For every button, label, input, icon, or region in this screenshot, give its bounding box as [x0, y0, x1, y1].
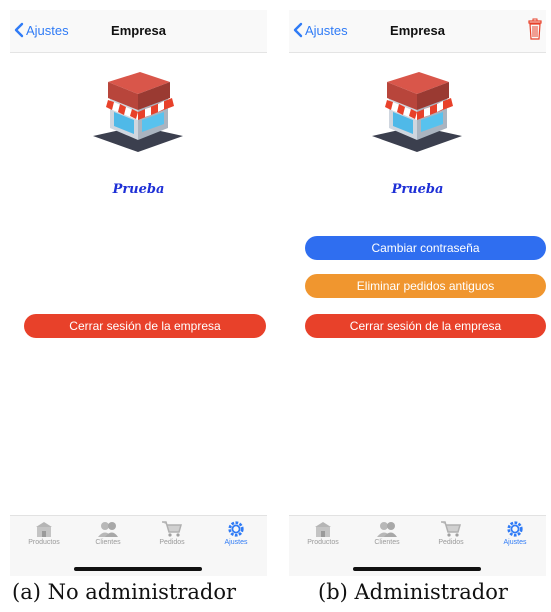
- tab-bar: Productos Clientes Pedidos Ajustes: [289, 515, 546, 576]
- tab-label: Productos: [307, 539, 339, 546]
- tab-label: Productos: [28, 539, 60, 546]
- cart-icon: [162, 521, 182, 537]
- tab-pedidos[interactable]: Pedidos: [419, 520, 483, 546]
- tab-clientes[interactable]: Clientes: [355, 520, 419, 546]
- store-icon: [315, 522, 331, 537]
- tab-ajustes[interactable]: Ajustes: [204, 520, 268, 546]
- tab-ajustes[interactable]: Ajustes: [483, 520, 547, 546]
- delete-company-button[interactable]: [528, 18, 542, 45]
- store-illustration-icon: [372, 72, 462, 152]
- page-title: Empresa: [390, 23, 445, 38]
- screen-admin: Ajustes Empresa Prueba Cambiar contraseñ…: [289, 10, 546, 576]
- tab-label: Pedidos: [438, 539, 464, 546]
- delete-old-orders-button[interactable]: Eliminar pedidos antiguos: [305, 274, 546, 298]
- gear-icon: [228, 521, 244, 537]
- company-name: Prueba: [112, 182, 165, 197]
- tab-bar: Productos Clientes Pedidos Ajustes: [10, 515, 267, 576]
- gear-icon: [507, 521, 523, 537]
- navigation-bar: Ajustes Empresa: [10, 10, 267, 53]
- home-indicator: [74, 567, 202, 571]
- tab-pedidos[interactable]: Pedidos: [140, 520, 204, 546]
- trash-icon: [528, 18, 542, 40]
- tab-label: Clientes: [374, 539, 400, 546]
- store-illustration-icon: [93, 72, 183, 152]
- screen-non-admin: Ajustes Empresa Prueba Cerrar sesión de …: [10, 10, 267, 576]
- clients-icon: [377, 522, 397, 537]
- page-title: Empresa: [111, 23, 166, 38]
- tab-label: Clientes: [95, 539, 121, 546]
- caption-non-admin: (a) No administrador: [12, 580, 237, 604]
- tab-productos[interactable]: Productos: [291, 520, 355, 546]
- tab-label: Ajustes: [503, 539, 527, 546]
- cart-icon: [441, 521, 461, 537]
- tab-label: Ajustes: [224, 539, 248, 546]
- tab-clientes[interactable]: Clientes: [76, 520, 140, 546]
- change-password-button[interactable]: Cambiar contraseña: [305, 236, 546, 260]
- store-icon: [36, 522, 52, 537]
- caption-admin: (b) Administrador: [318, 580, 508, 604]
- home-indicator: [353, 567, 481, 571]
- tab-label: Pedidos: [159, 539, 185, 546]
- logout-company-button[interactable]: Cerrar sesión de la empresa: [24, 314, 266, 338]
- company-name: Prueba: [391, 182, 444, 197]
- tab-productos[interactable]: Productos: [12, 520, 76, 546]
- logout-company-button[interactable]: Cerrar sesión de la empresa: [305, 314, 546, 338]
- clients-icon: [98, 522, 118, 537]
- navigation-bar: Ajustes Empresa: [289, 10, 546, 53]
